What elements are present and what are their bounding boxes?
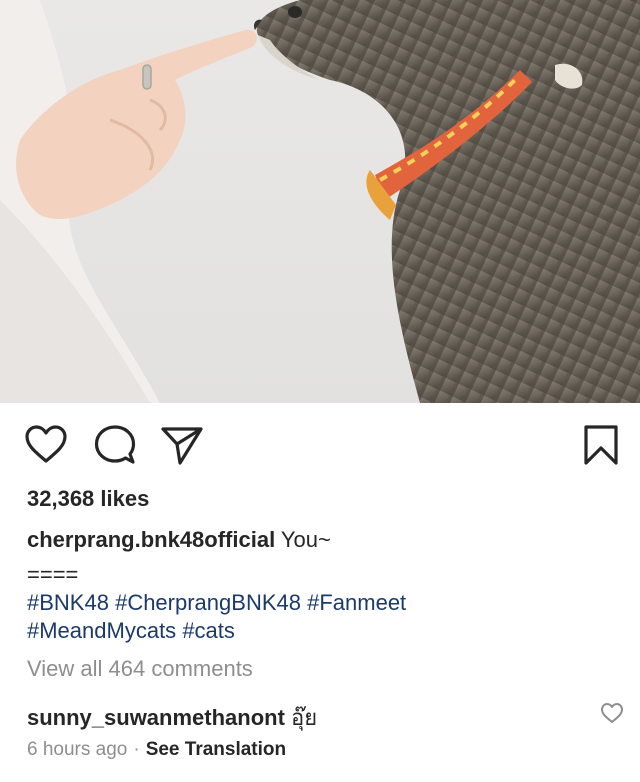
hashtag-cats[interactable]: #cats [182,618,235,643]
see-translation-link[interactable]: See Translation [146,739,286,760]
small-heart-icon[interactable] [600,702,624,724]
hashtag-meandmycats[interactable]: #MeandMycats [27,618,176,643]
hashtag-fanmeet[interactable]: #Fanmeet [307,590,406,615]
cat-and-hand-image [0,0,640,403]
hashtags-line-2: #MeandMycats #cats [27,618,235,644]
comment-meta: 6 hours ago · See Translation [27,739,286,761]
caption-text: You~ [280,527,331,552]
likes-count[interactable]: 32,368 likes [27,486,149,512]
caption-username[interactable]: cherprang.bnk48official [27,527,275,552]
hashtag-cherprangbnk48[interactable]: #CherprangBNK48 [115,590,301,615]
caption-separator: ==== [27,562,79,587]
hashtags-line-1: #BNK48 #CherprangBNK48 #Fanmeet [27,590,406,616]
comment-row: sunny_suwanmethanont อุ๊ย [27,700,317,735]
heart-icon[interactable] [24,424,68,464]
hashtag-bnk48[interactable]: #BNK48 [27,590,109,615]
comment-text: อุ๊ย [291,705,318,730]
view-all-comments-link[interactable]: View all 464 comments [27,656,253,682]
comment-username[interactable]: sunny_suwanmethanont [27,705,285,730]
post-caption: cherprang.bnk48official You~ [27,527,331,553]
comment-time: 6 hours ago [27,739,128,760]
paper-plane-icon[interactable] [160,424,204,466]
comment-bubble-icon[interactable] [94,424,136,466]
post-photo[interactable] [0,0,640,403]
bookmark-icon[interactable] [583,424,619,466]
meta-separator: · [133,739,140,760]
